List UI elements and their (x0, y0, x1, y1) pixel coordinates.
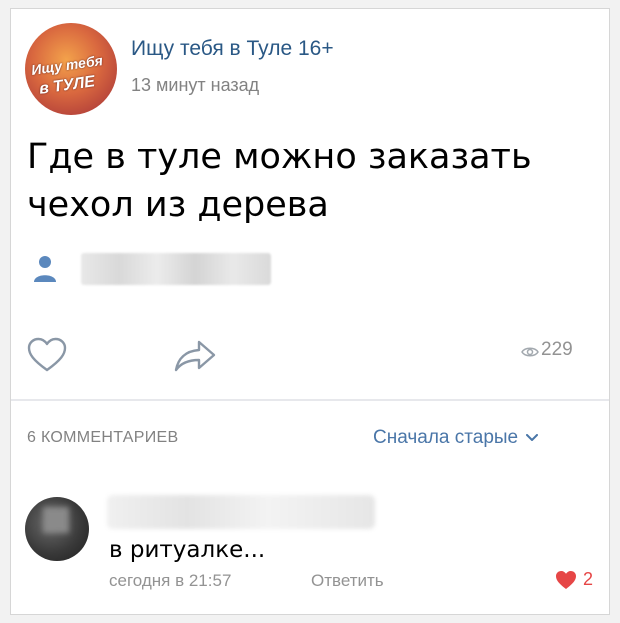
group-avatar[interactable]: Ищу тебя в ТУЛЕ (25, 23, 117, 115)
heart-outline-icon[interactable] (27, 337, 67, 373)
share-icon[interactable] (173, 339, 217, 373)
reply-button[interactable]: Ответить (311, 571, 384, 591)
sort-order-label: Сначала старые (373, 427, 519, 448)
comment-text: в ритуалке... (109, 537, 266, 563)
post-timestamp[interactable]: 13 минут назад (131, 75, 259, 96)
views-count: 229 (541, 339, 573, 360)
avatar-caption-2: в ТУЛЕ (38, 73, 97, 98)
comment-like-button[interactable]: 2 (555, 569, 593, 590)
sort-order-dropdown[interactable]: Сначала старые (373, 427, 539, 449)
divider (11, 399, 609, 401)
comment-timestamp: сегодня в 21:57 (109, 571, 232, 590)
avatar-blur (43, 507, 69, 533)
heart-filled-icon (556, 570, 576, 589)
comment-avatar[interactable] (25, 497, 89, 561)
comment-like-count: 2 (583, 569, 594, 589)
comment-author-redacted[interactable] (107, 495, 375, 529)
group-name-link[interactable]: Ищу тебя в Туле 16+ (131, 37, 334, 61)
person-icon (34, 256, 56, 282)
chevron-down-icon (526, 434, 539, 441)
post-text: Где в туле можно заказать чехол из дерев… (27, 137, 532, 225)
eye-icon (521, 347, 539, 357)
author-name-redacted[interactable] (81, 253, 271, 285)
post-card: Ищу тебя в ТУЛЕ Ищу тебя в Туле 16+ 13 м… (10, 8, 610, 615)
comments-count: 6 КОММЕНТАРИЕВ (27, 429, 179, 446)
